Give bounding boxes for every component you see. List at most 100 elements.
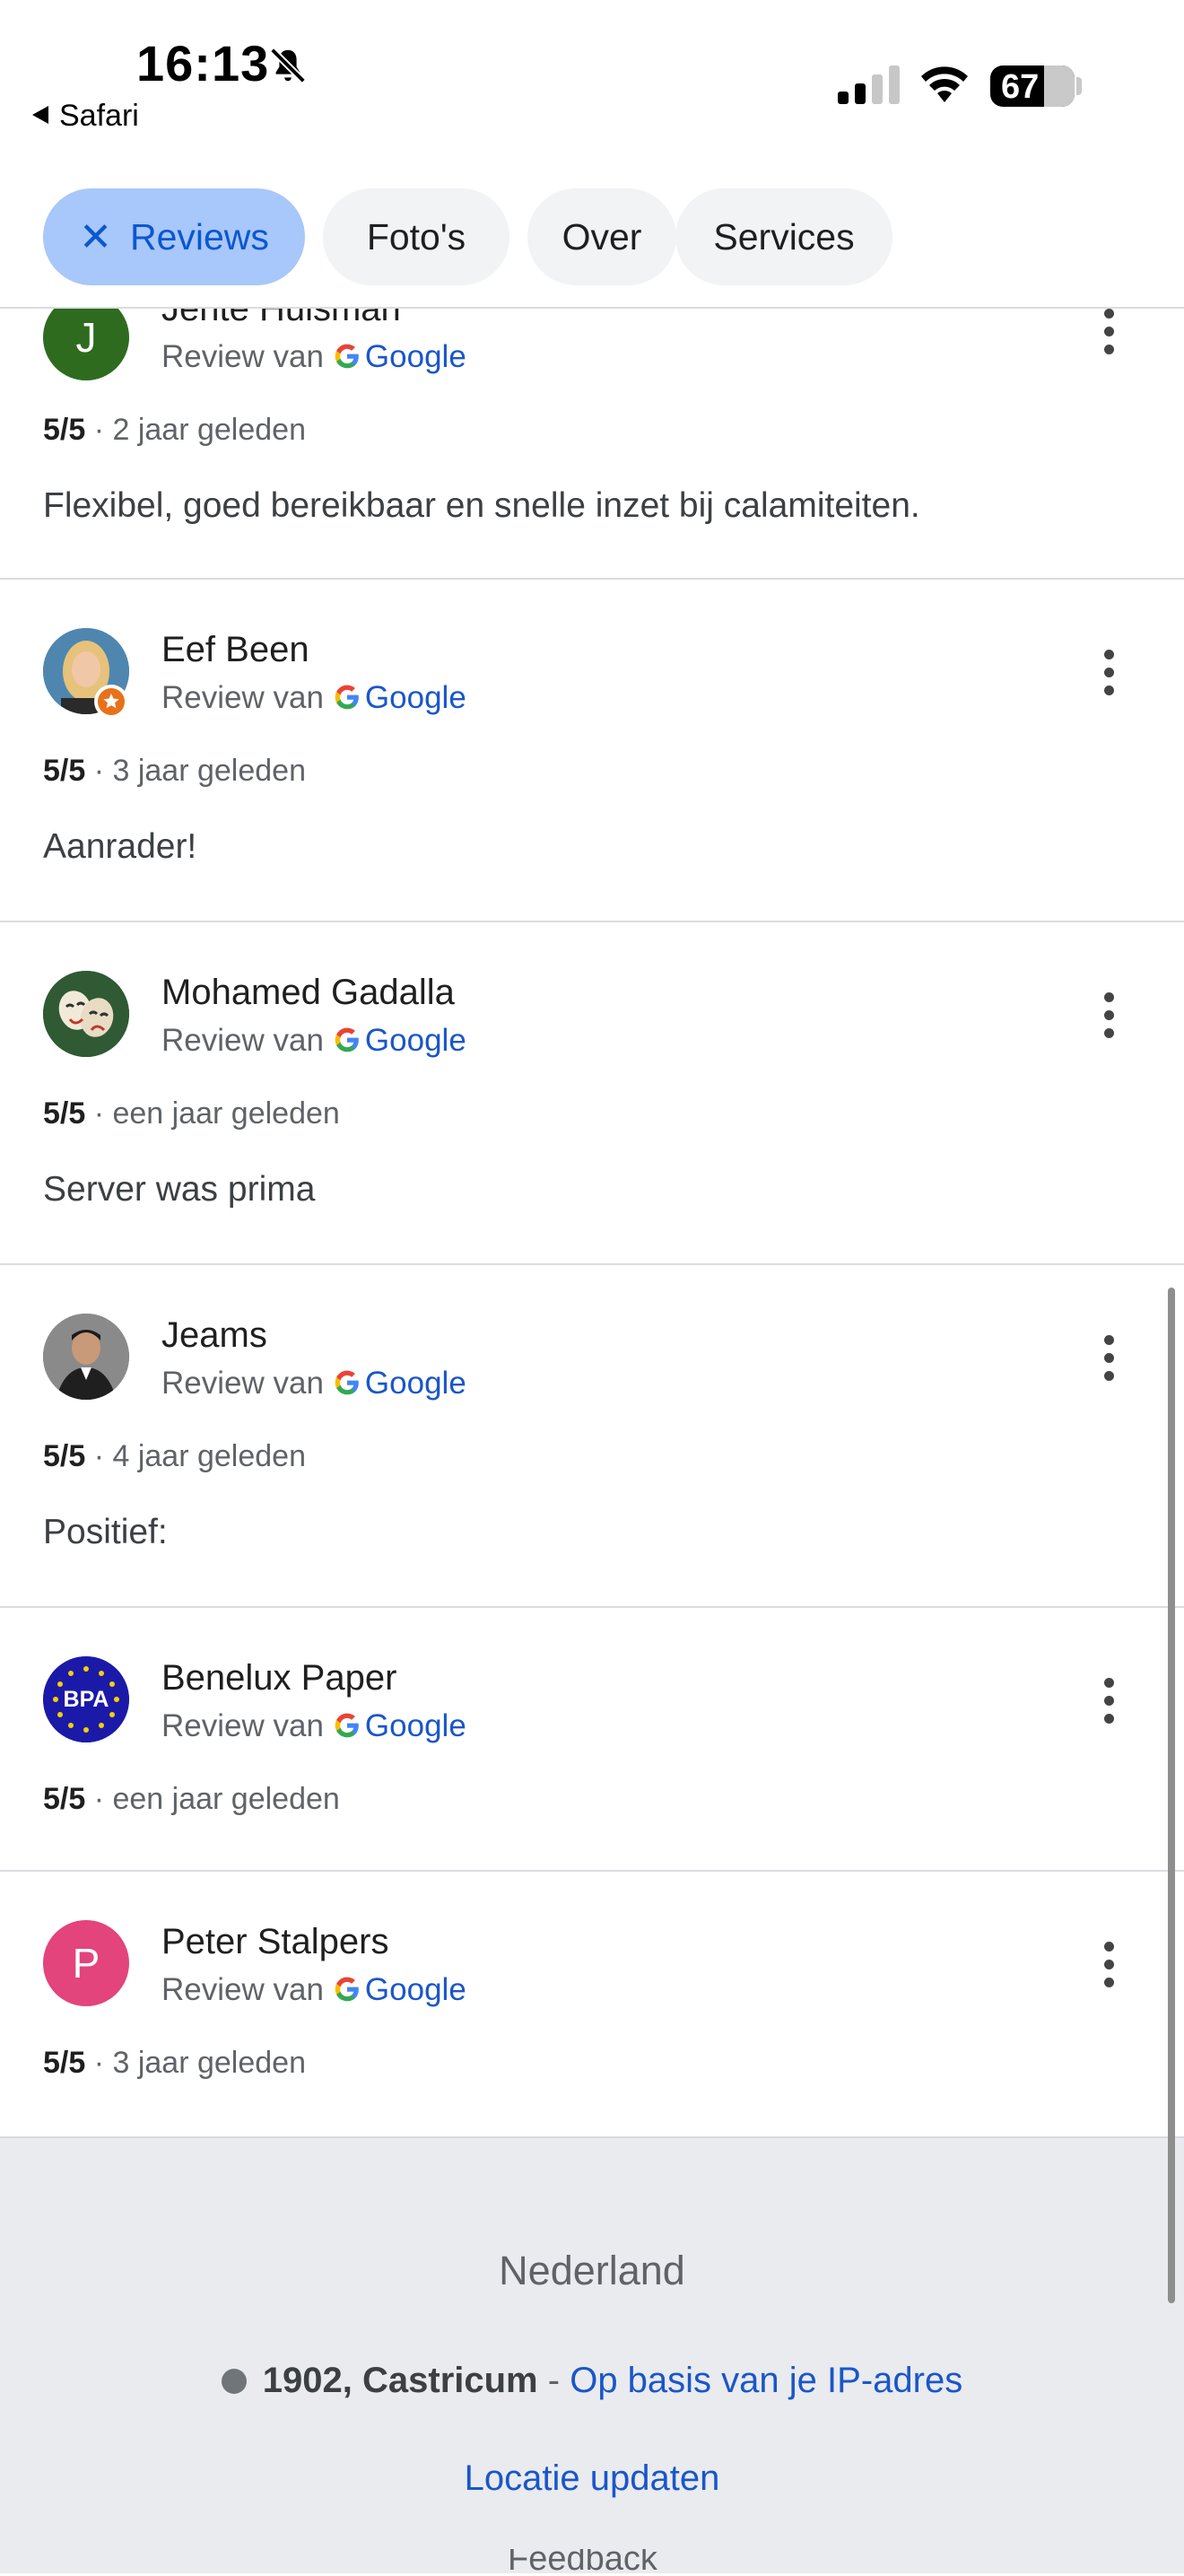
chip-services[interactable]: Services [675,188,892,285]
google-logo-icon [335,1713,359,1738]
chip-label: Reviews [129,215,269,258]
reviewer-photo [43,1314,129,1400]
more-vert-icon[interactable] [1094,650,1123,703]
review-item: Mohamed Gadalla Review van Google 5/5 · e… [0,922,1184,1265]
location-text: 1902, Castricum [262,2361,538,2400]
source-prefix: Review van [161,1972,324,2007]
cellular-signal-icon [838,65,900,104]
source-prefix: Review van [161,1708,324,1743]
avatar-initials: BPA [63,1686,109,1712]
avatar[interactable]: P [43,1920,129,2006]
review-time: · 3 jaar geleden [93,754,306,788]
source-prefix: Review van [161,680,324,715]
rating-score: 5/5 [43,413,86,447]
source-prefix: Review van [161,339,324,374]
review-text: Positief: [43,1513,168,1551]
wifi-icon [921,66,968,102]
back-arrow-icon [32,106,48,124]
review-source: Review van Google [161,1023,466,1059]
review-source: Review van Google [161,339,466,375]
rating-line: 5/5 · 3 jaar geleden [43,2046,306,2081]
review-item: Jeams Review van Google 5/5 · 4 jaar gele… [0,1265,1184,1608]
chip-photos[interactable]: Foto's [323,188,509,285]
source-name[interactable]: Google [365,1023,466,1058]
rating-score: 5/5 [43,2046,86,2080]
location-source-link[interactable]: Op basis van je IP-adres [570,2361,962,2400]
reviewer-name[interactable]: Peter Stalpers [161,1922,388,1962]
clock: 16:13 [136,35,270,92]
more-vert-icon[interactable] [1094,309,1123,362]
reviewer-name[interactable]: Benelux Paper [161,1658,396,1698]
location-separator: - [547,2361,561,2400]
review-text: Server was prima [43,1170,316,1209]
source-prefix: Review van [161,1023,324,1058]
footer-partial-text: Feedback [508,2549,657,2576]
source-name[interactable]: Google [365,339,466,374]
footer-location: 1902, Castricum - Op basis van je IP-adr… [0,2361,1184,2401]
bell-slash-icon [270,48,306,83]
footer: Nederland 1902, Castricum - Op basis van… [0,2138,1184,2576]
avatar[interactable]: BPA [43,1656,129,1742]
avatar[interactable] [43,971,129,1057]
review-item: J Jente Huisman Review van Google 5/5 · 2… [0,269,1184,580]
google-logo-icon [335,1977,359,2002]
review-time: · 2 jaar geleden [93,413,306,447]
google-logo-icon [335,344,359,369]
review-text: Flexibel, goed bereikbaar en snelle inze… [43,486,920,525]
review-time: · 4 jaar geleden [93,1439,306,1473]
review-time: · een jaar geleden [93,1096,340,1131]
rating-line: 5/5 · 2 jaar geleden [43,413,306,448]
chip-reviews[interactable]: ✕ Reviews [43,188,305,285]
rating-score: 5/5 [43,1439,86,1473]
chip-label: Services [713,215,855,258]
review-item: Eef Been Review van Google 5/5 · 3 jaar g… [0,580,1184,922]
rating-line: 5/5 · een jaar geleden [43,1782,340,1817]
rating-score: 5/5 [43,1782,86,1816]
reviewer-photo [43,971,129,1057]
location-dot-icon [221,2369,247,2394]
google-logo-icon [335,1370,359,1395]
rating-line: 5/5 · een jaar geleden [43,1096,340,1131]
google-logo-icon [335,685,359,710]
chip-label: Foto's [366,215,466,258]
battery-level: 67 [1001,68,1040,106]
status-bar: 16:13 Safari 67 [0,0,1184,179]
review-source: Review van Google [161,1708,466,1744]
review-time: · een jaar geleden [93,1782,340,1816]
reviewer-name[interactable]: Eef Been [161,630,309,670]
review-text: Aanrader! [43,827,197,866]
back-to-safari[interactable]: Safari [32,99,139,134]
source-name[interactable]: Google [365,1366,466,1401]
more-vert-icon[interactable] [1094,1335,1123,1389]
scrollbar[interactable] [1168,1288,1175,2303]
rating-score: 5/5 [43,1096,86,1131]
source-name[interactable]: Google [365,680,466,715]
review-source: Review van Google [161,1366,466,1402]
google-logo-icon [335,1027,359,1052]
back-label: Safari [59,99,139,133]
source-name[interactable]: Google [365,1972,466,2007]
avatar[interactable] [43,1314,129,1400]
review-source: Review van Google [161,680,466,716]
chip-over[interactable]: Over [527,188,676,285]
battery-cap [1076,77,1082,95]
chip-label: Over [562,215,642,258]
review-source: Review van Google [161,1972,466,2008]
footer-partial-link[interactable]: Feedback [508,2549,678,2576]
review-item: P Peter Stalpers Review van Google 5/5 · … [0,1872,1184,2138]
rating-line: 5/5 · 3 jaar geleden [43,754,306,789]
review-item: BPA Benelux Paper Review van Google 5/5 ·… [0,1608,1184,1872]
source-name[interactable]: Google [365,1708,466,1743]
close-icon[interactable]: ✕ [79,214,112,260]
battery-icon: 67 [990,65,1075,107]
local-guide-badge-icon [94,685,128,719]
more-vert-icon[interactable] [1094,992,1123,1046]
footer-country: Nederland [499,2248,685,2293]
more-vert-icon[interactable] [1094,1942,1123,1995]
review-time: · 3 jaar geleden [93,2046,306,2080]
update-location-link[interactable]: Locatie updaten [0,2458,1184,2499]
source-prefix: Review van [161,1366,324,1401]
reviewer-name[interactable]: Mohamed Gadalla [161,973,455,1013]
reviewer-name[interactable]: Jeams [161,1315,267,1356]
more-vert-icon[interactable] [1094,1678,1123,1732]
